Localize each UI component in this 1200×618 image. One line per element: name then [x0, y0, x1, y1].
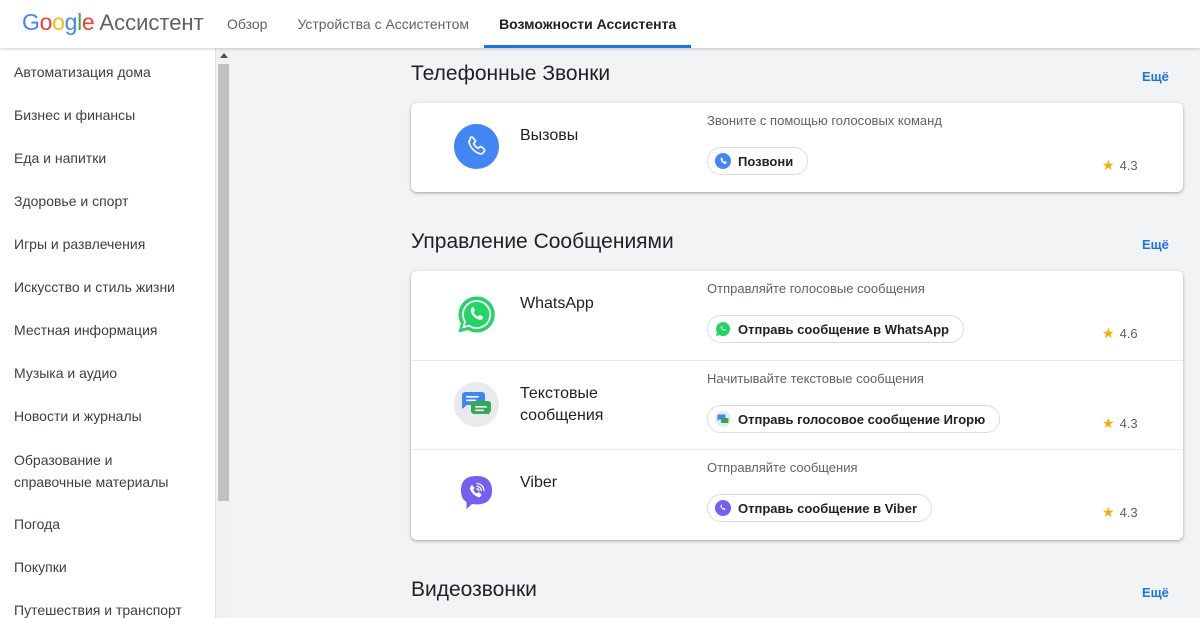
google-assistant-logo[interactable]: Google Ассистент	[22, 9, 204, 36]
sidebar-item-food-drink[interactable]: Еда и напитки	[0, 147, 120, 169]
phone-icon	[454, 124, 499, 169]
top-app-bar: Google Ассистент Обзор Устройства с Асси…	[0, 0, 1200, 48]
sidebar-item-travel-transport[interactable]: Путешествия и транспорт	[0, 599, 196, 618]
star-icon: ★	[1102, 504, 1115, 520]
tab-capabilities[interactable]: Возможности Ассистента	[484, 0, 692, 48]
sidebar-item-health-fitness[interactable]: Здоровье и спорт	[0, 190, 142, 212]
star-icon: ★	[1102, 325, 1115, 341]
scrollbar-thumb[interactable]	[218, 64, 229, 501]
main-nav: Обзор Устройства с Ассистентом Возможнос…	[212, 0, 692, 48]
chip-label: Отправь голосовое сообщение Игорю	[738, 411, 986, 427]
tab-devices[interactable]: Устройства с Ассистентом	[282, 0, 484, 48]
list-item[interactable]: WhatsApp Отправляйте голосовые сообщения…	[411, 271, 1183, 360]
sidebar-item-business-finance[interactable]: Бизнес и финансы	[0, 104, 149, 126]
example-query-chip-text-messages[interactable]: Отправь голосовое сообщение Игорю	[707, 405, 1001, 433]
phone-icon	[715, 153, 731, 169]
app-name-calls: Вызовы	[520, 127, 579, 144]
rating: ★ 4.3	[1102, 415, 1138, 432]
section-title-messaging: Управление Сообщениями	[411, 230, 674, 253]
sidebar-item-news-magazines[interactable]: Новости и журналы	[0, 405, 156, 427]
rating-value: 4.3	[1119, 416, 1138, 431]
scroll-up-arrow-icon[interactable]	[216, 48, 231, 63]
sidebar-item-home-automation[interactable]: Автоматизация дома	[0, 61, 165, 83]
card-messaging: WhatsApp Отправляйте голосовые сообщения…	[411, 271, 1183, 540]
sidebar-item-weather[interactable]: Погода	[0, 513, 74, 535]
example-query-chip-viber[interactable]: Отправь сообщение в Viber	[707, 494, 933, 522]
section-title-phone-calls: Телефонные Звонки	[411, 62, 611, 85]
sidebar-item-shopping[interactable]: Покупки	[0, 556, 81, 578]
app-name-whatsapp: WhatsApp	[520, 295, 594, 312]
list-item[interactable]: Вызовы Звоните с помощью голосовых коман…	[411, 103, 1183, 192]
list-item[interactable]: Viber Отправляйте сообщения Отправь сооб…	[411, 449, 1183, 538]
app-description-viber: Отправляйте сообщения	[707, 460, 858, 475]
whatsapp-icon	[454, 292, 499, 337]
logo-google-word: Google	[22, 9, 95, 35]
rating: ★ 4.6	[1102, 325, 1138, 342]
whatsapp-icon	[716, 321, 731, 336]
app-description-text-messages: Начитывайте текстовые сообщения	[707, 371, 924, 386]
more-link-phone-calls[interactable]: Ещё	[1142, 69, 1169, 84]
tab-overview[interactable]: Обзор	[212, 0, 282, 48]
chip-label: Позвони	[738, 153, 794, 169]
viber-icon	[715, 500, 731, 516]
sidebar-item-arts-lifestyle[interactable]: Искусство и стиль жизни	[0, 276, 189, 298]
rating-value: 4.3	[1119, 505, 1138, 520]
rating: ★ 4.3	[1102, 157, 1138, 174]
viber-icon	[454, 471, 499, 516]
star-icon: ★	[1102, 157, 1115, 173]
more-link-video-calls[interactable]: Ещё	[1142, 585, 1169, 600]
app-name-viber: Viber	[520, 474, 558, 491]
category-sidebar: Автоматизация дома Бизнес и финансы Еда …	[0, 48, 215, 618]
sidebar-item-education-reference[interactable]: Образование и справочные материалы	[0, 449, 200, 493]
sidebar-item-games-fun[interactable]: Игры и развлечения	[0, 233, 159, 255]
app-description-calls: Звоните с помощью голосовых команд	[707, 113, 942, 128]
app-description-whatsapp: Отправляйте голосовые сообщения	[707, 281, 925, 296]
example-query-chip-calls[interactable]: Позвони	[707, 147, 809, 175]
sidebar-scrollbar[interactable]	[215, 48, 230, 618]
messages-icon	[454, 382, 499, 427]
rating-value: 4.6	[1119, 326, 1138, 341]
chip-label: Отправь сообщение в WhatsApp	[738, 321, 949, 337]
example-query-chip-whatsapp[interactable]: Отправь сообщение в WhatsApp	[707, 315, 964, 343]
sidebar-item-local[interactable]: Местная информация	[0, 319, 171, 341]
rating-value: 4.3	[1119, 158, 1138, 173]
chip-label: Отправь сообщение в Viber	[738, 500, 918, 516]
star-icon: ★	[1102, 415, 1115, 431]
card-phone-calls: Вызовы Звоните с помощью голосовых коман…	[411, 103, 1183, 192]
sidebar-item-music-audio[interactable]: Музыка и аудио	[0, 362, 131, 384]
app-name-text-messages: Текстовые сообщения	[520, 385, 604, 424]
section-title-video-calls: Видеозвонки	[411, 578, 537, 601]
logo-product-name: Ассистент	[99, 10, 204, 35]
list-item[interactable]: Текстовые сообщения Начитывайте текстовы…	[411, 360, 1183, 449]
more-link-messaging[interactable]: Ещё	[1142, 237, 1169, 252]
messages-icon	[715, 411, 731, 427]
rating: ★ 4.3	[1102, 504, 1138, 521]
main-content: Телефонные Звонки Ещё Вызовы Звоните с п…	[230, 48, 1200, 618]
